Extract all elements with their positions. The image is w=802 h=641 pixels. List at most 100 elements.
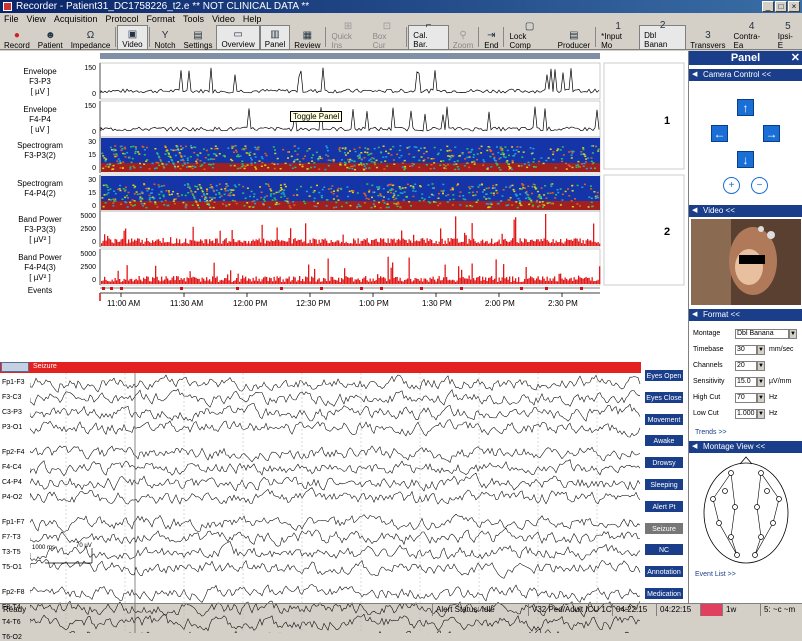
menu-view[interactable]: View: [23, 13, 50, 25]
event-list-link[interactable]: Event List >>: [695, 571, 736, 578]
event-button-sleeping[interactable]: Sleeping: [644, 478, 684, 491]
record-indicator: [700, 604, 722, 616]
electrode-node[interactable]: [758, 470, 764, 476]
menu-protocol[interactable]: Protocol: [101, 13, 142, 25]
camera-control-header[interactable]: ◀ Camera Control <<: [689, 69, 802, 81]
event-button-drowsy[interactable]: Drowsy: [644, 456, 684, 470]
electrode-node[interactable]: [710, 496, 716, 502]
electrode-node[interactable]: [764, 488, 770, 494]
electrode-node[interactable]: [752, 552, 758, 558]
transvers-button[interactable]: 3 Transvers: [686, 25, 729, 50]
menu-video[interactable]: Video: [208, 13, 239, 25]
cal-bar-button[interactable]: ⌐ Cal. Bar.: [408, 20, 449, 50]
chevron-down-icon[interactable]: ▼: [757, 345, 765, 355]
seizure-marker[interactable]: Seizure: [33, 362, 57, 372]
panel-button[interactable]: ▥ Panel: [259, 25, 291, 50]
contra-ea-button[interactable]: 4 Contra-Ea: [730, 21, 774, 50]
menu-help[interactable]: Help: [239, 13, 266, 25]
chevron-down-icon[interactable]: ▼: [757, 377, 765, 387]
toolbar-label: End: [484, 41, 499, 50]
video-button[interactable]: ▣ Video: [117, 25, 148, 50]
eye-icon[interactable]: [1, 362, 29, 372]
lowcut-select[interactable]: 1.000: [735, 409, 757, 419]
settings-button[interactable]: ▤ Settings: [180, 25, 217, 50]
sensitivity-select[interactable]: 15.0: [735, 377, 757, 387]
event-button-seizure[interactable]: Seizure: [644, 521, 684, 535]
toolbar: ● Record ☻ Patient Ω Impedance ▣ Video Y Notch ▤ Se…: [0, 20, 802, 50]
eeg-channel-label: F3-C3: [2, 394, 22, 401]
electrode-node[interactable]: [770, 520, 776, 526]
camera-right-button[interactable]: →: [763, 125, 780, 142]
highcut-select[interactable]: 70: [735, 393, 757, 403]
electrode-node[interactable]: [754, 504, 760, 510]
chevron-down-icon[interactable]: ▼: [757, 393, 765, 403]
channels-select[interactable]: 20: [735, 361, 757, 371]
box-cur-button[interactable]: ⊡ Box Cur: [369, 21, 406, 50]
electrode-node[interactable]: [716, 520, 722, 526]
video-header[interactable]: ◀ Video <<: [689, 205, 802, 217]
close-button[interactable]: ×: [788, 1, 800, 12]
impedance-button[interactable]: Ω Impedance: [67, 25, 115, 50]
menu-tools[interactable]: Tools: [179, 13, 208, 25]
overview-button[interactable]: ▭ Overview: [216, 25, 260, 50]
trends-link[interactable]: Trends >>: [695, 429, 727, 436]
eeg-trace: [30, 459, 641, 477]
input-mo-button[interactable]: 1 *Input Mo: [597, 21, 639, 50]
eeg-channel-label: T3-T5: [2, 549, 21, 556]
camera-up-button[interactable]: ↑: [737, 99, 754, 116]
format-header[interactable]: ◀ Format <<: [689, 309, 802, 321]
review-button[interactable]: ▦ Review: [290, 25, 324, 50]
electrode-node[interactable]: [732, 504, 738, 510]
cal-bar-icon: ⌐: [425, 20, 432, 31]
montage-view-header[interactable]: ◀ Montage View <<: [689, 441, 802, 453]
montage-select[interactable]: Dbl Banana: [735, 329, 789, 339]
zoom-button[interactable]: ⚲ Zoom: [449, 25, 477, 50]
minimize-button[interactable]: _: [762, 1, 774, 12]
timebase-label: Timebase: [693, 346, 724, 353]
notch-button[interactable]: Y Notch: [151, 25, 180, 50]
chevron-down-icon[interactable]: ▼: [757, 361, 765, 371]
group-number-2: 2: [664, 226, 671, 238]
timebase-select[interactable]: 30: [735, 345, 757, 355]
zoom-in-button[interactable]: +: [723, 177, 740, 194]
menu-acquisition[interactable]: Acquisition: [50, 13, 102, 25]
event-button-annotation[interactable]: Annotation: [644, 565, 684, 579]
panel-close-icon[interactable]: ✕: [791, 51, 800, 65]
electrode-node[interactable]: [722, 488, 728, 494]
event-button-nc[interactable]: NC: [644, 543, 684, 557]
record-button[interactable]: ● Record: [0, 25, 34, 50]
event-button-eyes-open[interactable]: Eyes Open: [644, 369, 684, 382]
camera-down-button[interactable]: ↓: [737, 151, 754, 168]
event-button-awake[interactable]: Awake: [644, 434, 684, 448]
electrode-node[interactable]: [758, 534, 764, 540]
event-button-eyes-close[interactable]: Eyes Close: [644, 390, 684, 404]
electrode-node[interactable]: [734, 552, 740, 558]
camera-left-button[interactable]: ←: [711, 125, 728, 142]
menu-file[interactable]: File: [0, 13, 23, 25]
toolbar-label: Transvers: [690, 41, 726, 50]
event-markers: [102, 287, 583, 290]
lock-comp-button[interactable]: ▢ Lock Comp: [505, 21, 553, 50]
event-button-medication[interactable]: Medication: [644, 587, 684, 600]
eeg-trace: [30, 541, 641, 562]
ipsi-e-button[interactable]: 5 Ipsi-E: [774, 21, 802, 50]
sensitivity-label: Sensitivity: [693, 378, 725, 385]
event-button-movement[interactable]: Movement: [644, 412, 684, 426]
dbl-banan-button[interactable]: 2 Dbl Banan: [639, 20, 687, 50]
chevron-down-icon[interactable]: ▼: [789, 329, 797, 339]
patient-button[interactable]: ☻ Patient: [34, 25, 67, 50]
event-button-alert-pt[interactable]: Alert Pt: [644, 499, 684, 513]
eeg-waveform-area[interactable]: 1000 ms 70 µV: [30, 373, 642, 633]
quick-ins-button[interactable]: ⊞ Quick Ins: [327, 21, 368, 50]
electrode-node[interactable]: [776, 496, 782, 502]
electrode-node[interactable]: [728, 534, 734, 540]
eeg-trace: [30, 559, 641, 579]
trend-tick: 150: [84, 103, 96, 110]
zoom-out-button[interactable]: −: [751, 177, 768, 194]
menu-format[interactable]: Format: [142, 13, 179, 25]
electrode-node[interactable]: [728, 470, 734, 476]
end-button[interactable]: ⇥ End: [480, 25, 502, 50]
maximize-button[interactable]: □: [775, 1, 787, 12]
producer-button[interactable]: ▤ Producer: [554, 25, 594, 50]
chevron-down-icon[interactable]: ▼: [757, 409, 765, 419]
